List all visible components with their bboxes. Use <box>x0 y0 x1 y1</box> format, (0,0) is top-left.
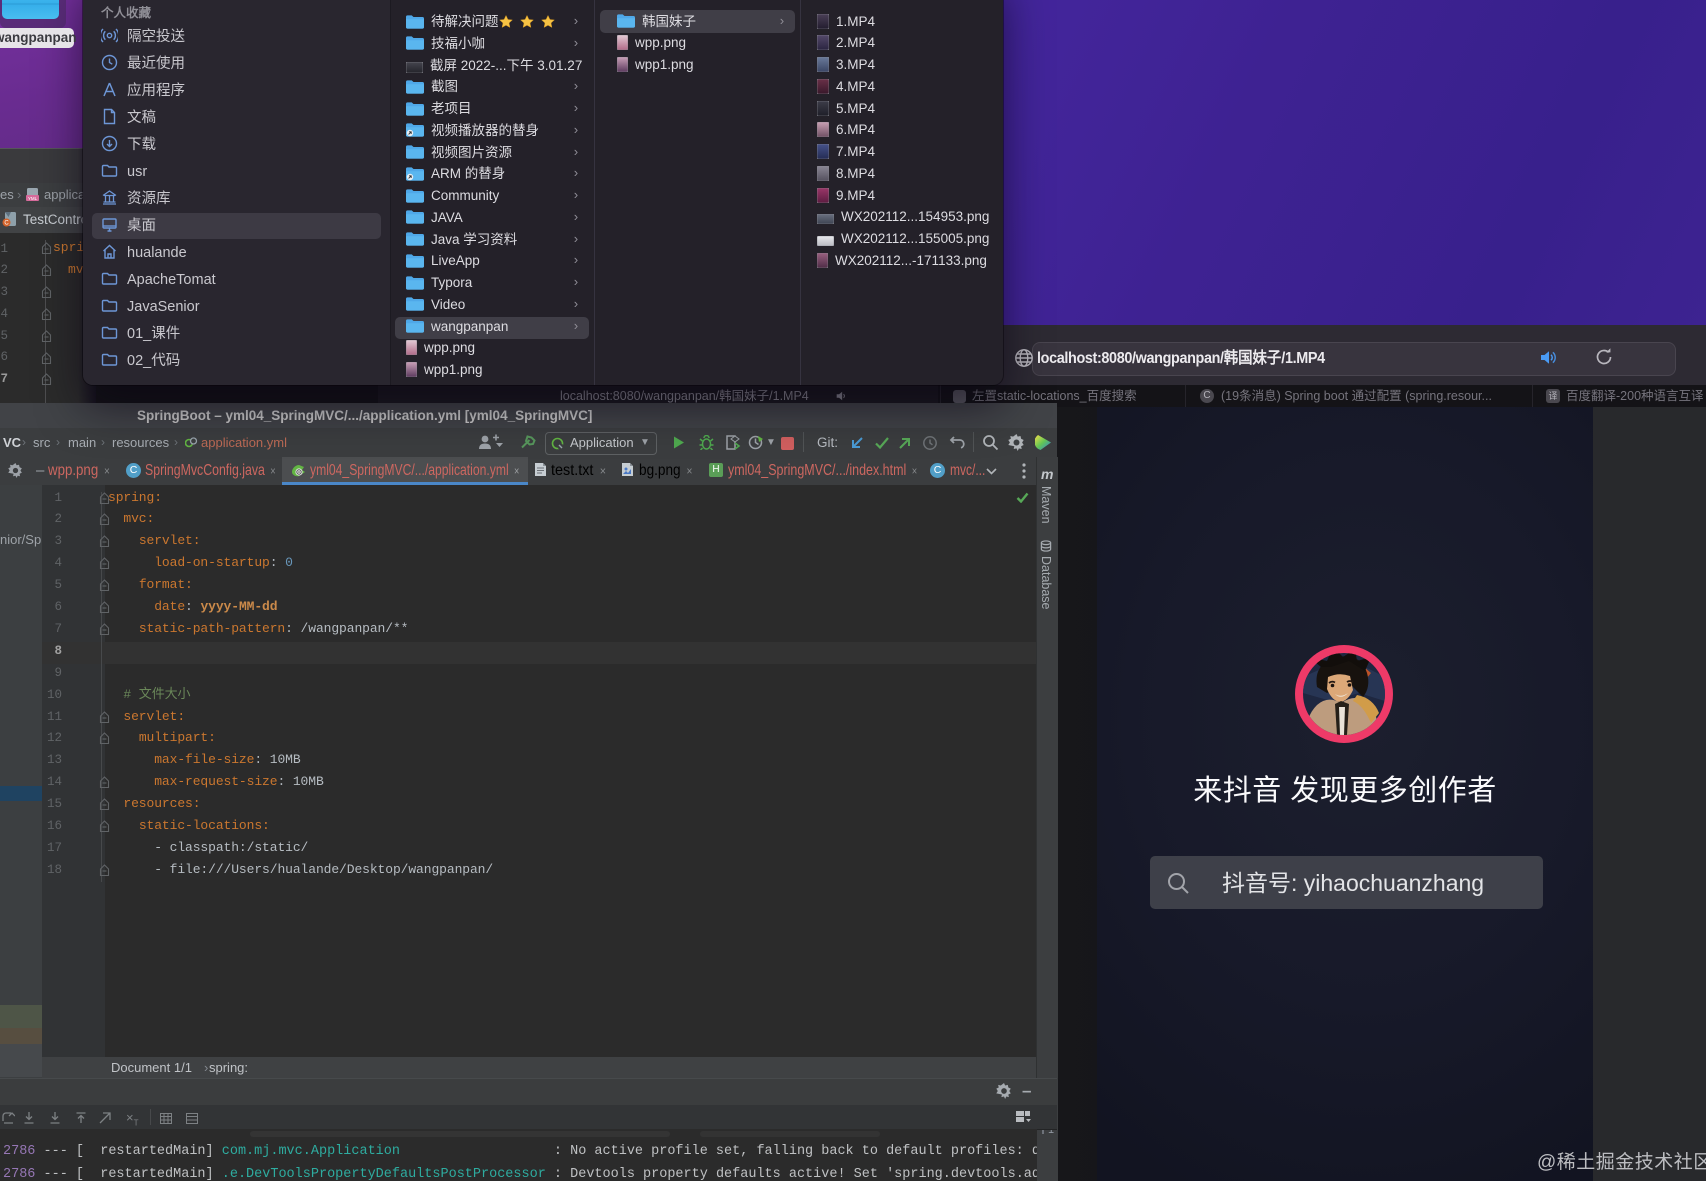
svg-text:C: C <box>4 221 9 227</box>
svg-text:YML: YML <box>28 196 38 201</box>
